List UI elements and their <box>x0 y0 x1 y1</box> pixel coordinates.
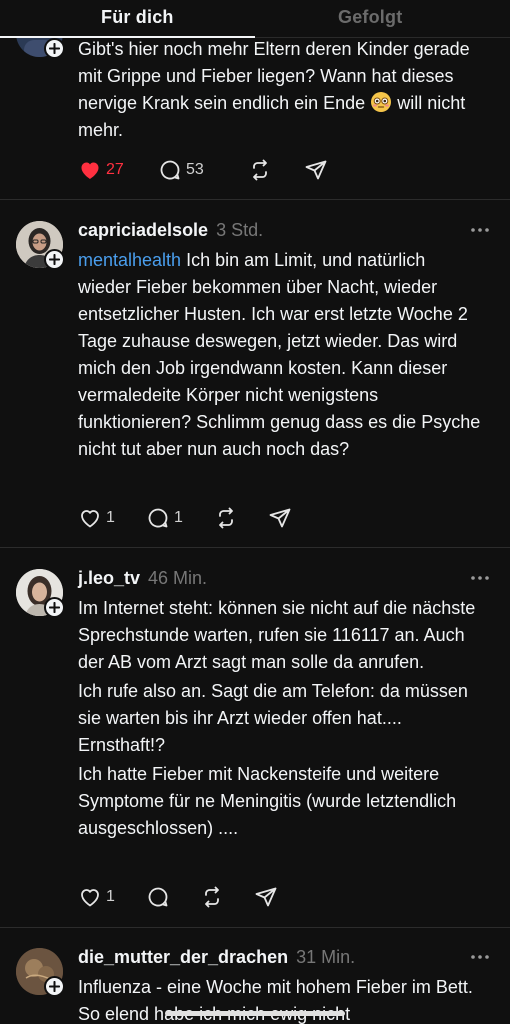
reply-icon <box>160 160 180 180</box>
post-text: Im Internet steht: können sie nicht auf … <box>78 595 483 842</box>
like-count: 27 <box>106 161 124 178</box>
post-2: j.leo_tv 46 Min. Im Internet steht: könne… <box>0 548 510 928</box>
post-header: die_mutter_der_drachen 31 Min. <box>78 947 355 968</box>
more-icon[interactable] <box>470 952 490 962</box>
repost-icon <box>253 159 267 181</box>
flushed-face-icon <box>370 91 392 113</box>
reply-icon <box>148 508 168 528</box>
share-button[interactable] <box>304 158 328 182</box>
reply-icon <box>148 887 168 907</box>
share-button[interactable] <box>254 885 278 909</box>
tab-divider <box>255 37 510 38</box>
repost-button[interactable] <box>214 506 268 530</box>
share-icon <box>269 508 291 528</box>
post-paragraph: Ich hatte Fieber mit Nackensteife und we… <box>78 764 457 838</box>
repost-button[interactable] <box>248 158 304 182</box>
home-indicator[interactable] <box>165 1011 345 1016</box>
post-text: Influenza - eine Woche mit hohem Fieber … <box>78 974 483 1024</box>
post-actions: 1 <box>78 884 278 910</box>
post-text-line: Ich bin am Limit, und natürlich wieder F… <box>78 250 481 459</box>
post-header: capriciadelsole 3 Std. <box>78 220 263 241</box>
follow-plus-icon[interactable] <box>44 38 65 59</box>
username[interactable]: die_mutter_der_drachen <box>78 947 288 967</box>
reply-button[interactable] <box>146 885 200 909</box>
reply-count: 1 <box>174 509 183 526</box>
post-actions: 27 53 <box>78 157 328 183</box>
heart-icon <box>81 162 99 179</box>
like-button[interactable]: 27 <box>78 158 158 182</box>
follow-plus-icon[interactable] <box>44 976 65 997</box>
like-count: 1 <box>106 509 115 526</box>
like-button[interactable]: 1 <box>78 885 146 909</box>
post-3: die_mutter_der_drachen 31 Min. Influenza … <box>0 928 510 1024</box>
timestamp: 46 Min. <box>148 568 208 588</box>
repost-icon <box>205 886 219 908</box>
like-count: 1 <box>106 888 115 905</box>
post-text: Gibt's hier noch mehr Eltern deren Kinde… <box>78 36 483 144</box>
topic-tag[interactable]: mentalhealth <box>78 250 181 270</box>
post-paragraph: Ich rufe also an. Sagt die am Telefon: d… <box>78 681 468 755</box>
heart-icon <box>81 510 99 528</box>
username[interactable]: capriciadelsole <box>78 220 208 240</box>
like-button[interactable]: 1 <box>78 506 146 530</box>
timestamp: 31 Min. <box>296 947 356 967</box>
post-header: j.leo_tv 46 Min. <box>78 568 207 589</box>
tab-following[interactable]: Gefolgt <box>338 7 402 28</box>
reply-count: 53 <box>186 161 204 178</box>
reply-button[interactable]: 53 <box>158 158 248 182</box>
active-tab-indicator <box>0 36 255 38</box>
post-paragraph: Influenza - eine Woche mit hohem Fieber … <box>78 977 473 1024</box>
post-1: capriciadelsole 3 Std. mentalhealth Ich b… <box>0 200 510 547</box>
share-button[interactable] <box>268 506 292 530</box>
reply-button[interactable]: 1 <box>146 506 214 530</box>
heart-icon <box>81 889 99 907</box>
follow-plus-icon[interactable] <box>44 597 65 618</box>
more-icon[interactable] <box>470 225 490 235</box>
timestamp: 3 Std. <box>216 220 264 240</box>
share-icon <box>255 887 277 907</box>
post-text: mentalhealth Ich bin am Limit, und natür… <box>78 247 483 463</box>
share-icon <box>305 160 327 180</box>
feed-tabs: Für dich Gefolgt <box>0 0 510 38</box>
tab-for-you[interactable]: Für dich <box>101 7 174 28</box>
repost-icon <box>219 507 233 529</box>
follow-plus-icon[interactable] <box>44 249 65 270</box>
username[interactable]: j.leo_tv <box>78 568 140 588</box>
post-actions: 1 1 <box>78 505 292 531</box>
more-icon[interactable] <box>470 573 490 583</box>
repost-button[interactable] <box>200 885 254 909</box>
post-paragraph: Im Internet steht: können sie nicht auf … <box>78 598 476 672</box>
